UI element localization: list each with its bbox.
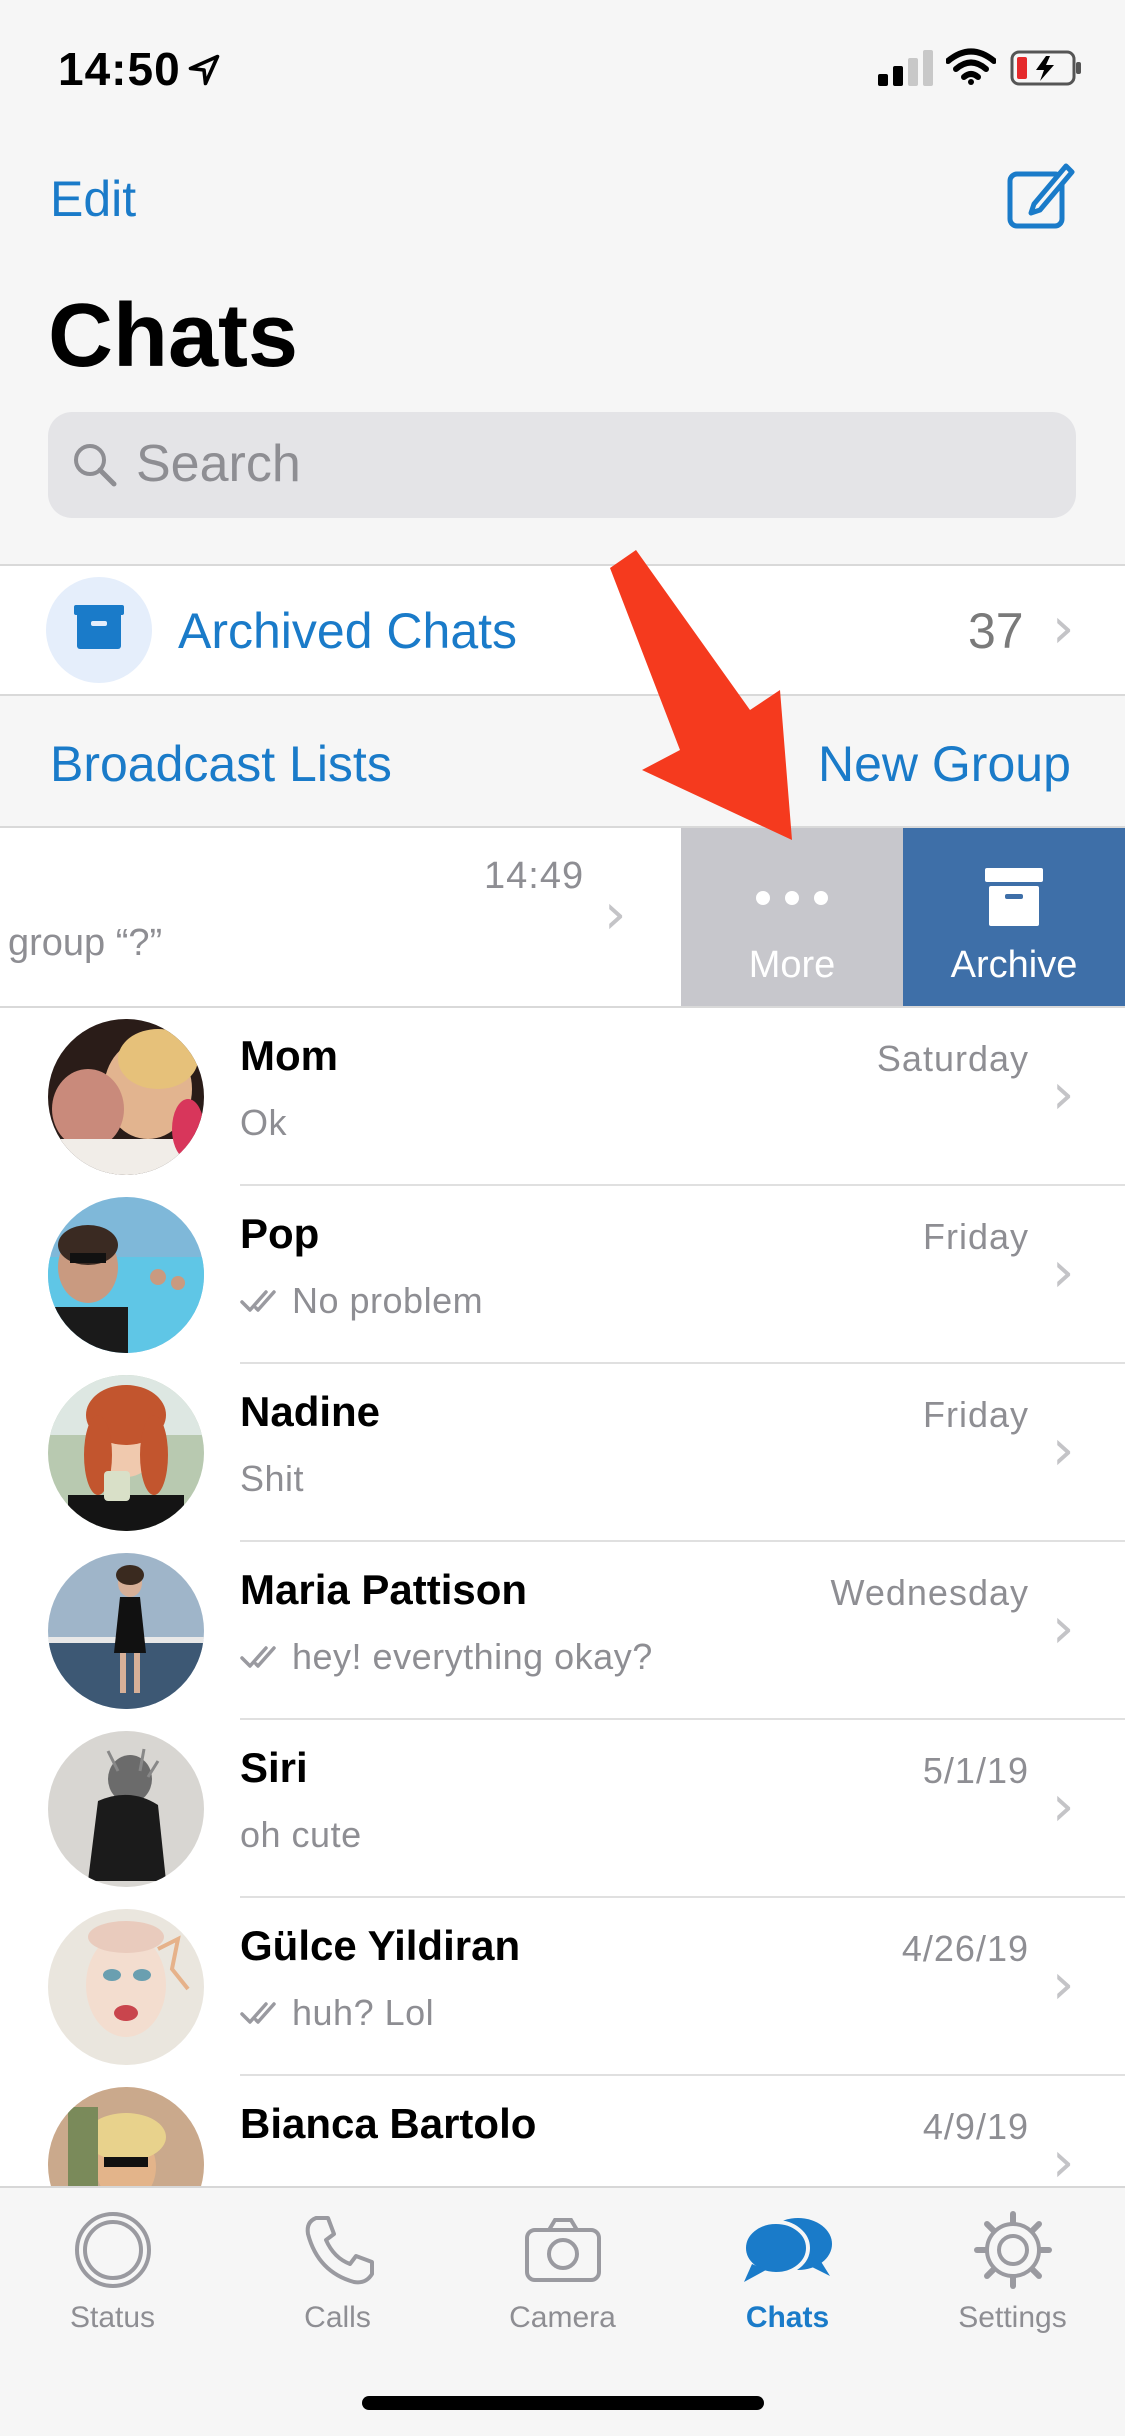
chat-row[interactable]: Gülce Yildiran 4/26/19 huh? Lol › — [0, 1898, 1125, 2076]
chat-date: Friday — [922, 1216, 1029, 1257]
chat-row[interactable]: Pop Friday No problem › — [0, 1186, 1125, 1364]
chat-date: 14:49 — [484, 855, 585, 897]
divider — [0, 694, 1125, 696]
tab-status[interactable]: Status — [0, 2208, 225, 2335]
chat-last-message: No problem — [292, 1280, 484, 1321]
chat-name: Maria Pattison — [240, 1566, 528, 1613]
edit-button[interactable]: Edit — [50, 170, 136, 228]
double-check-icon — [240, 1290, 276, 1312]
tab-label: Chats — [745, 2301, 830, 2334]
battery-icon — [1010, 50, 1081, 86]
chat-date: Friday — [922, 1394, 1029, 1435]
avatar — [48, 1909, 204, 2065]
cellular-signal-icon — [878, 50, 933, 86]
archive-box-icon — [985, 868, 1043, 926]
chat-name: Gülce Yildiran — [240, 1922, 521, 1969]
chat-last-message: hey! everything okay? — [292, 1636, 653, 1677]
avatar — [48, 1375, 204, 1531]
tab-label: Calls — [304, 2301, 371, 2334]
chat-date: 5/1/19 — [922, 1750, 1029, 1791]
chat-row[interactable]: Siri 5/1/19 oh cute › — [0, 1720, 1125, 1898]
chevron-right-icon: › — [1052, 1952, 1075, 2017]
chevron-right-icon: › — [1052, 596, 1075, 661]
chat-last-message: group “?” — [8, 922, 163, 964]
annotation-arrow-icon — [610, 550, 792, 840]
chat-name: Siri — [240, 1744, 308, 1791]
archived-chats-row[interactable] — [0, 566, 1125, 694]
more-label: More — [748, 944, 836, 986]
archive-button[interactable]: Archive — [903, 828, 1125, 1006]
status-time: 14:50 — [58, 43, 181, 95]
double-check-icon — [240, 1646, 276, 1668]
chat-last-message: oh cute — [240, 1814, 362, 1855]
archived-chats-label: Archived Chats — [178, 603, 518, 659]
home-indicator[interactable] — [362, 2396, 764, 2410]
chats-icon — [741, 2218, 832, 2282]
chat-last-message: huh? Lol — [292, 1992, 435, 2033]
chat-name: Bianca Bartolo — [240, 2100, 537, 2147]
chat-row[interactable]: Mom Saturday Ok › — [0, 1008, 1125, 1186]
chat-name: Nadine — [240, 1388, 381, 1435]
tab-calls[interactable]: Calls — [225, 2208, 450, 2335]
page-title: Chats — [48, 286, 299, 386]
tab-label: Status — [69, 2301, 156, 2334]
chevron-right-icon: › — [1052, 1596, 1075, 1661]
avatar — [48, 1019, 204, 1175]
phone-icon — [305, 2216, 374, 2285]
ellipsis-icon — [756, 891, 828, 905]
chat-date: Saturday — [876, 1038, 1029, 1079]
chevron-right-icon: › — [1052, 1062, 1075, 1127]
chat-last-message: Ok — [240, 1102, 288, 1143]
avatar — [48, 1197, 204, 1353]
chat-last-message: Shit — [240, 1458, 305, 1499]
tab-camera[interactable]: Camera — [450, 2208, 675, 2335]
chevron-right-icon: › — [1052, 1240, 1075, 1305]
gear-icon — [973, 2211, 1052, 2289]
location-arrow-icon — [188, 54, 220, 86]
archive-label: Archive — [950, 944, 1078, 986]
chat-date: 4/9/19 — [922, 2106, 1029, 2147]
chevron-right-icon: › — [1052, 1418, 1075, 1483]
archive-icon — [46, 577, 152, 683]
avatar — [48, 1553, 204, 1709]
chat-name: Mom — [240, 1032, 338, 1079]
status-icon — [74, 2212, 151, 2288]
broadcast-lists-link[interactable]: Broadcast Lists — [50, 735, 392, 793]
chat-date: 4/26/19 — [901, 1928, 1029, 1969]
chat-row[interactable]: Nadine Friday Shit › — [0, 1364, 1125, 1542]
more-button[interactable]: More — [681, 828, 903, 1006]
search-placeholder: Search — [136, 435, 301, 493]
camera-icon — [524, 2218, 601, 2282]
wifi-icon — [946, 48, 996, 85]
search-icon — [74, 444, 117, 487]
tab-chats[interactable]: Chats — [675, 2208, 900, 2335]
chevron-right-icon: › — [604, 882, 627, 947]
chat-row[interactable]: Bianca Bartolo 4/9/19 › — [0, 2076, 1125, 2243]
tab-label: Camera — [509, 2301, 616, 2334]
chat-name: Pop — [240, 1210, 320, 1257]
tab-label: Settings — [958, 2301, 1067, 2334]
archived-count: 37 — [968, 603, 1024, 659]
double-check-icon — [240, 2002, 276, 2024]
chat-row[interactable]: Maria Pattison Wednesday hey! everything… — [0, 1542, 1125, 1720]
chevron-right-icon: › — [1052, 1774, 1075, 1839]
compose-icon[interactable] — [1006, 160, 1076, 230]
tab-settings[interactable]: Settings — [900, 2208, 1125, 2335]
avatar — [48, 1731, 204, 1887]
chat-list: Mom Saturday Ok › Pop Friday No problem … — [0, 1008, 1125, 2243]
new-group-link[interactable]: New Group — [818, 735, 1071, 793]
search-input[interactable]: Search — [48, 412, 1076, 518]
chat-date: Wednesday — [830, 1572, 1029, 1613]
